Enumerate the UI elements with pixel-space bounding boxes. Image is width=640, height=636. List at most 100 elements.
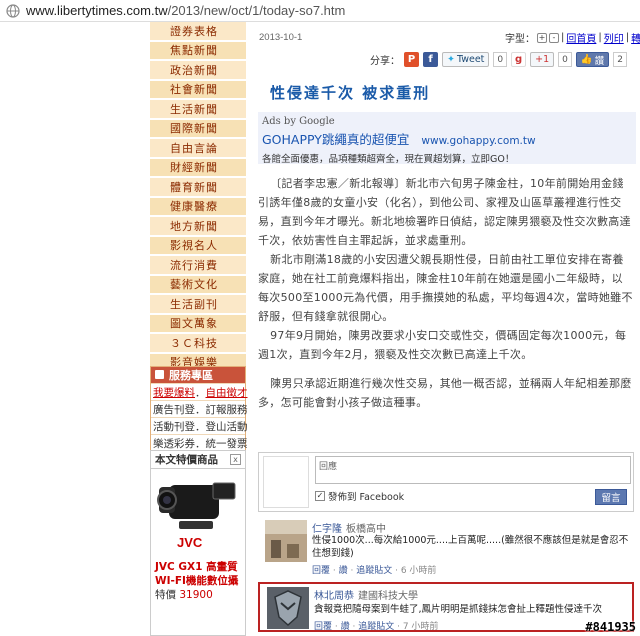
service-link[interactable]: 我要爆料 [153,385,195,400]
article-paragraph-4: 陳男只承認近期進行幾次性交易，其他一概否認，並稱兩人年紀相差那麼多，怎可能會對小… [258,377,632,409]
gplus-count: 0 [558,52,572,67]
post-to-facebook-option[interactable]: ✓ 發佈到 Facebook [315,489,404,503]
home-link[interactable]: 回首頁 [566,30,596,45]
print-link[interactable]: 列印 [604,30,624,45]
share-bar: 分享： P f ✦ Tweet 0 g +1 0 👍 讚 2 [370,52,627,67]
nav-item[interactable]: 流行消費 [150,256,246,276]
ad-url[interactable]: www.gohappy.com.tw [421,135,535,147]
comment-time: 7 小時前 [402,622,439,632]
font-increase-button[interactable]: + [537,32,547,43]
nav-item[interactable]: 圖文萬象 [150,314,246,334]
facebook-icon[interactable]: f [423,52,438,67]
comment-text: 貪報竟把隨母案到牛蛙了,鳳片明明是抓錢抹怎會扯上釋題性侵達千次 [314,604,603,615]
checkbox[interactable]: ✓ [315,491,325,501]
google-ad[interactable]: Ads by Google GOHAPPY跳繩真的超便宜 www.gohappy… [258,112,636,165]
nav-item[interactable]: 生活新聞 [150,100,246,120]
plurk-icon[interactable]: P [404,52,419,67]
follow-link[interactable]: 追蹤貼文 [356,566,392,576]
nav-item[interactable]: 政治新聞 [150,61,246,81]
close-icon[interactable]: x [230,454,241,465]
ad-description: 各館全面優惠，品項種類超齊全，現在買超划算，立即GO！ [262,154,515,165]
nav-item[interactable]: 地方新聞 [150,217,246,237]
nav-item[interactable]: 健康醫療 [150,197,246,217]
like-link[interactable]: 讚 [339,566,348,576]
nav-item[interactable]: 生活副刊 [150,295,246,315]
camcorder-image[interactable]: JVC [155,475,241,555]
nav-item[interactable]: 財經新聞 [150,158,246,178]
nav-item[interactable]: 社會新聞 [150,80,246,100]
service-link[interactable]: 廣告刊登 [153,402,195,417]
commenter-name[interactable]: 林北周恭 建國科技大學 [314,587,418,602]
service-row: 樂透彩券．統一發票 [151,434,248,451]
article-paragraph-2: 新北市剛滿18歲的小安因遭父親長期性侵，日前由社工單位安排在寄養家庭，她在社工前… [258,253,633,323]
font-size-controls: 字型： + - |回首頁 |列印 |轉寄 [505,30,640,45]
font-decrease-button[interactable]: - [549,32,559,43]
comment-time: 6 小時前 [400,566,437,576]
comment-composer: 回應 ✓ 發佈到 Facebook 留言 [258,452,634,512]
service-link[interactable]: 登山活動 [206,419,248,434]
left-margin [0,22,150,636]
ad-label: Ads by Google [262,116,335,127]
like-link[interactable]: 讚 [341,622,350,632]
commenter-name[interactable]: 仁字隆 板橋高中 [312,520,386,535]
separator: ． [195,386,206,399]
article-paragraph-3: 97年9月開始，陳男改要求小安口交或性交，價碼固定每次1000元，每週1次，直到… [258,329,627,361]
service-header: 服務專區 [151,367,245,383]
avatar-placeholder [263,456,309,508]
service-link[interactable]: 自由徵才 [206,385,248,400]
url-text[interactable]: www.libertytimes.com.tw/2013/new/oct/1/t… [26,3,345,18]
category-menu: 證券表格 焦點新聞 政治新聞 社會新聞 生活新聞 國際新聞 自由言論 財經新聞 體育新聞 健康醫療… [150,22,246,393]
avatar[interactable] [267,587,309,629]
article-paragraph-1: 〔記者李忠憲／新北報導〕新北市六旬男子陳金柱，10年前開始用金錢引誘年僅8歲的女… [258,177,631,247]
avatar[interactable] [265,520,307,562]
separator: ． [195,403,206,416]
nav-item[interactable]: 自由言論 [150,139,246,159]
follow-link[interactable]: 追蹤貼文 [358,622,394,632]
globe-icon [6,3,20,18]
nav-item[interactable]: 體育新聞 [150,178,246,198]
service-row: 活動刊登．登山活動 [151,417,248,434]
service-link[interactable]: 統一發票 [206,436,248,451]
tweet-count: 0 [493,52,508,67]
product-caption-1[interactable]: JVC GX1 高畫質 [155,559,245,574]
service-icon [155,370,164,379]
bird-icon: ✦ [447,54,455,65]
separator: ． [195,437,206,450]
service-link[interactable]: 訂報服務 [206,402,248,417]
article-title: 性侵達千次 被求重刑 [270,84,431,102]
nav-item[interactable]: ３Ｃ科技 [150,334,246,354]
tweet-button[interactable]: ✦ Tweet [442,52,490,67]
reply-link[interactable]: 回覆 [314,622,332,632]
forward-link[interactable]: 轉寄 [631,30,640,45]
gplus-icon: g [511,52,527,67]
gplus-button[interactable]: +1 [530,52,555,67]
comment-item-highlighted: 林北周恭 建國科技大學 貪報竟把隨母案到牛蛙了,鳳片明明是抓錢抹怎會扯上釋題性侵達… [258,582,634,632]
product-header: 本文特價商品 x [151,451,245,469]
comment-meta: 回覆 · 讚 · 追蹤貼文 · 6 小時前 [312,566,437,576]
service-link[interactable]: 活動刊登 [153,419,195,434]
comment-item: 仁字隆 板橋高中 性侵1000次...每次給1000元....上百萬呢.....(… [258,516,634,576]
article-date: 2013-10-1 [259,32,303,43]
service-row: 我要爆料．自由徵才 [151,383,248,400]
watermark: #841935 [585,620,636,634]
address-bar[interactable]: www.libertytimes.com.tw/2013/new/oct/1/t… [0,0,640,22]
product-box: 本文特價商品 x JVC JVC GX1 高畫質 WI-FI機能數位攝 特價 3… [150,450,246,636]
reply-link[interactable]: 回覆 [312,566,330,576]
comment-text: 性侵1000次...每次給1000元....上百萬呢.....(雖然很不應該但是… [312,535,629,559]
nav-item[interactable]: 國際新聞 [150,119,246,139]
post-comment-button[interactable]: 留言 [595,489,627,505]
fb-like-button[interactable]: 👍 讚 [575,52,610,67]
nav-item[interactable]: 影視名人 [150,236,246,256]
comment-meta: 回覆 · 讚 · 追蹤貼文 · 7 小時前 [314,622,439,632]
comment-input[interactable]: 回應 [315,456,631,484]
ad-title-link[interactable]: GOHAPPY跳繩真的超便宜 [262,129,409,148]
separator: ． [195,420,206,433]
product-price: 特價 31900 [155,589,213,601]
nav-item[interactable]: 藝術文化 [150,275,246,295]
service-row: 廣告刊登．訂報服務 [151,400,248,417]
thumbs-up-icon: 👍 [580,54,593,65]
service-link[interactable]: 樂透彩券 [153,436,195,451]
nav-item[interactable]: 焦點新聞 [150,41,246,61]
nav-item[interactable]: 證券表格 [150,22,246,42]
product-caption-2[interactable]: WI-FI機能數位攝 [155,573,245,588]
